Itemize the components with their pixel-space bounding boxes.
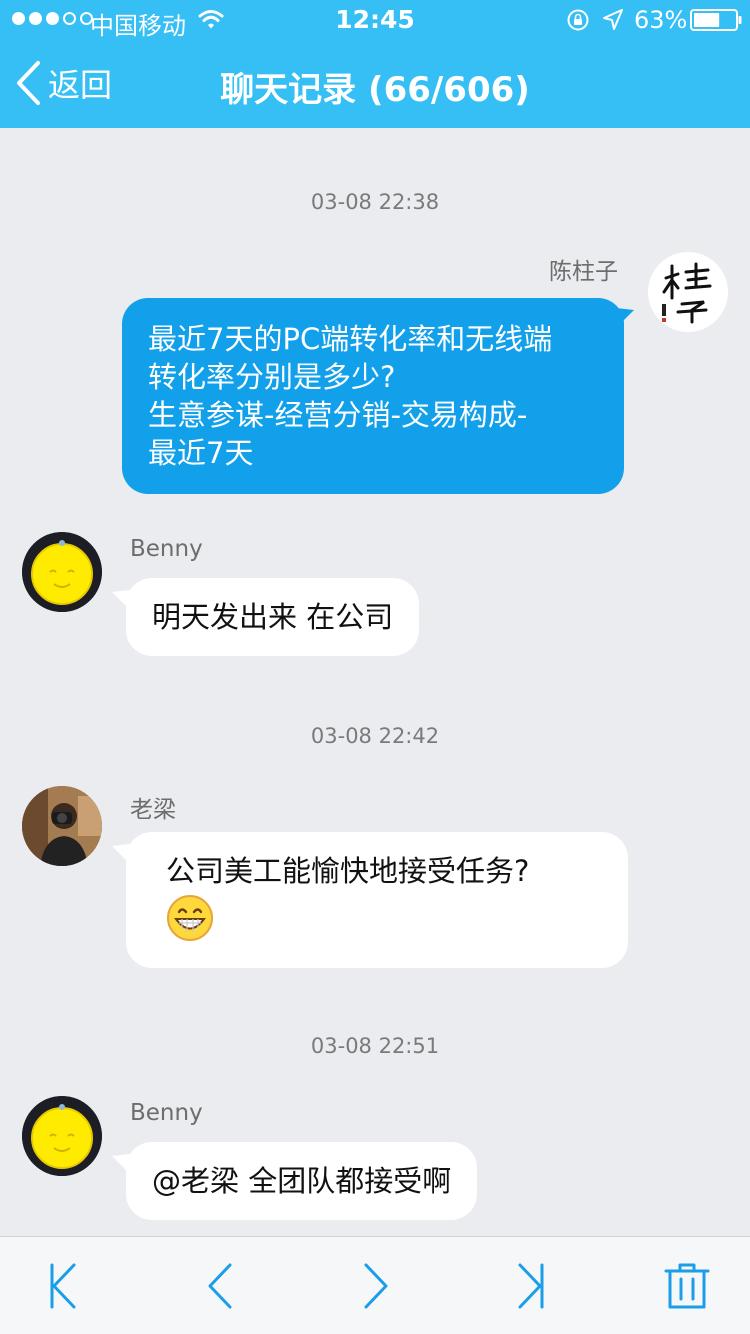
- avatar[interactable]: [22, 532, 102, 612]
- message-text-line: 明天发出来 在公司: [152, 600, 394, 634]
- avatar[interactable]: [648, 252, 728, 332]
- header: 中国移动 12:45 63% 返回 聊天记录 (66/606): [0, 0, 750, 128]
- battery-percent: 63%: [634, 6, 688, 34]
- message-list[interactable]: 03-08 22:38 陈柱子 最近7天的PC端转化率和无线端 转化率分别是多少…: [0, 128, 750, 1236]
- next-page-button[interactable]: [350, 1261, 400, 1311]
- timestamp: 03-08 22:51: [310, 1034, 440, 1058]
- message-bubble-incoming[interactable]: 明天发出来 在公司: [126, 578, 420, 656]
- avatar[interactable]: [22, 786, 102, 866]
- smiley-avatar-icon: [22, 1096, 102, 1176]
- calligraphy-avatar-icon: [648, 252, 728, 332]
- timestamp: 03-08 22:38: [310, 190, 440, 214]
- grinning-face-icon: [167, 895, 213, 941]
- photo-avatar-icon: [22, 786, 102, 866]
- message-bubble-outgoing[interactable]: 最近7天的PC端转化率和无线端 转化率分别是多少? 生意参谋-经营分销-交易构成…: [122, 298, 624, 494]
- message-text-line: 公司美工能愉快地接受任务?: [166, 854, 530, 888]
- first-page-icon: [50, 1263, 76, 1309]
- smiley-avatar-icon: [22, 532, 102, 612]
- message-text-line: 最近7天: [148, 436, 254, 470]
- message-bubble-incoming[interactable]: @老梁 全团队都接受啊: [126, 1142, 478, 1220]
- avatar[interactable]: [22, 1096, 102, 1176]
- battery-icon: [690, 9, 742, 31]
- page-title: 聊天记录 (66/606): [220, 70, 530, 110]
- sender-name: Benny: [130, 1100, 203, 1126]
- sender-name: 老梁: [130, 797, 176, 823]
- next-page-icon: [364, 1263, 388, 1309]
- message-bubble-incoming[interactable]: 公司美工能愉快地接受任务?: [126, 832, 628, 968]
- message-text-line: 转化率分别是多少?: [148, 360, 396, 394]
- orientation-lock-icon: [567, 9, 589, 31]
- message-text-line: 最近7天的PC端转化率和无线端: [148, 322, 553, 356]
- first-page-button[interactable]: [38, 1261, 88, 1311]
- timestamp: 03-08 22:42: [310, 724, 440, 748]
- bottom-toolbar: [0, 1236, 750, 1334]
- previous-page-icon: [208, 1263, 232, 1309]
- status-bar: 中国移动 12:45 63%: [0, 0, 750, 40]
- message-text-line: @老梁 全团队都接受啊: [152, 1164, 452, 1198]
- trash-icon: [664, 1263, 710, 1309]
- sender-name: 陈柱子: [549, 259, 618, 285]
- last-page-icon: [518, 1263, 544, 1309]
- nav-bar: 返回 聊天记录 (66/606): [0, 40, 750, 128]
- previous-page-button[interactable]: [196, 1261, 246, 1311]
- last-page-button[interactable]: [506, 1261, 556, 1311]
- message-text-line: 生意参谋-经营分销-交易构成-: [148, 398, 528, 432]
- location-arrow-icon: [603, 9, 623, 30]
- sender-name: Benny: [130, 536, 203, 562]
- delete-button[interactable]: [662, 1261, 712, 1311]
